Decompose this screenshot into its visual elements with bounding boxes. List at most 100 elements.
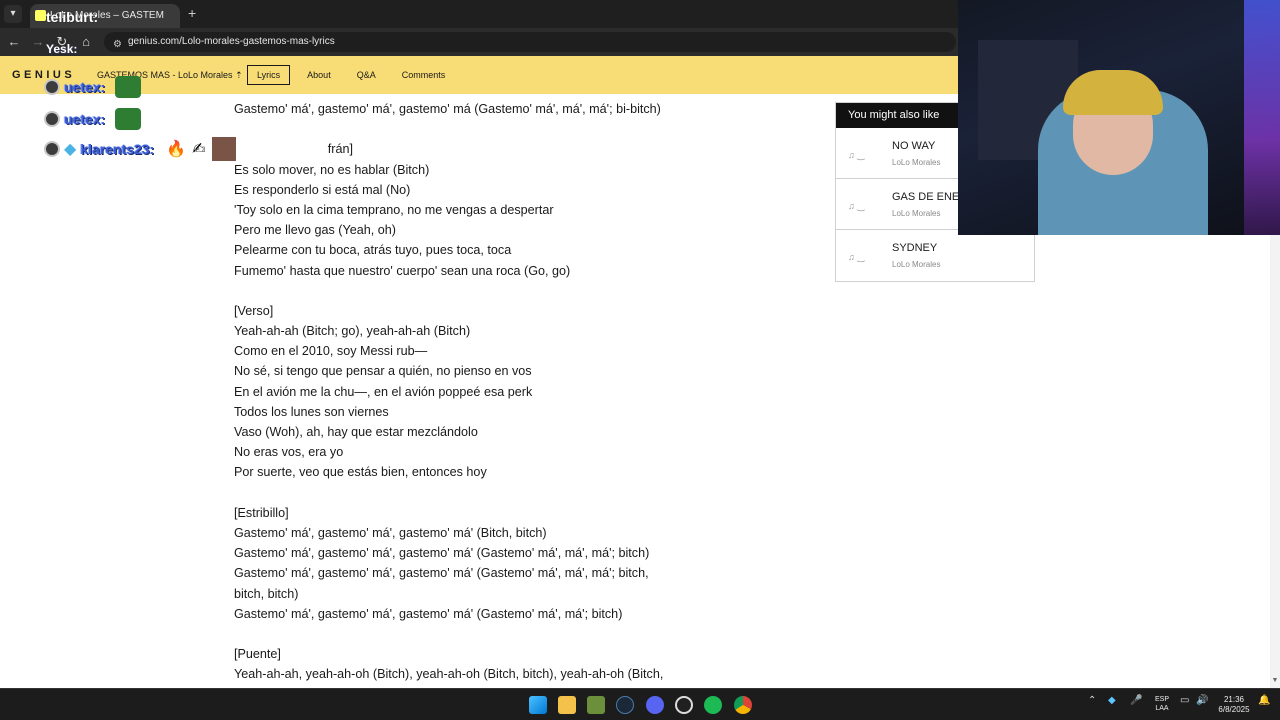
header-tabs: Lyrics About Q&A Comments [247, 65, 458, 85]
windows-taskbar: ⌃ ◆ 🎤 ESP LAA ▭ 🔊 21:36 6/8/2025 🔔 [0, 688, 1280, 720]
lyric-line: Gastemo' má', gastemo' má', gastemo' má … [234, 102, 661, 116]
security-shield-icon[interactable]: ◆ [1108, 695, 1116, 706]
tab-qa[interactable]: Q&A [344, 65, 389, 85]
address-bar[interactable]: ⚙ genius.com/Lolo-morales-gastemos-mas-l… [104, 32, 956, 52]
scroll-down-arrow-icon[interactable]: ▼ [1270, 677, 1280, 687]
lyric-line: bitch, bitch) [234, 586, 299, 601]
input-language-indicator[interactable]: ESP LAA [1152, 695, 1172, 713]
url-text: genius.com/Lolo-morales-gastemos-mas-lyr… [128, 36, 335, 47]
rec-artist: LoLo Morales [892, 260, 941, 269]
lyric-line: Yeah-ah-ah (Bitch; go), yeah-ah-ah (Bitc… [234, 324, 471, 339]
clock-time: 21:36 [1223, 695, 1245, 704]
genius-header: GENIUS GASTEMOS MAS - LoLo Morales ⇡ Lyr… [0, 56, 960, 94]
cube-emote-icon: ◆ [64, 141, 77, 158]
lang-bottom: LAA [1155, 705, 1169, 712]
lyric-line: Gastemo' má', gastemo' má', gastemo' má'… [234, 566, 649, 581]
fire-emote-icon: 🔥 [166, 141, 187, 158]
lyrics-body: Gastemo' má', gastemo' má', gastemo' má … [234, 99, 734, 684]
steam-icon[interactable] [616, 696, 634, 714]
lyric-line: Gastemo' má', gastemo' má', gastemo' má'… [234, 546, 650, 561]
webcam-overlay [958, 0, 1280, 235]
rec-artist: LoLo Morales [892, 158, 941, 167]
recommendation-item[interactable]: ♫ ‿ SYDNEY LoLo Morales [836, 230, 1034, 281]
obs-icon[interactable] [675, 696, 693, 714]
lyric-line: Por suerte, veo que estás bien, entonces… [234, 465, 487, 480]
lyric-line: Vaso (Woh), ah, hay que estar mezclándol… [234, 425, 478, 439]
rec-title: SYDNEY [892, 242, 938, 254]
writing-hand-emote-icon: ✍ [192, 141, 206, 158]
lyric-gap [234, 119, 734, 139]
lyric-line: Como en el 2010, soy Messi rub— [234, 344, 428, 359]
lyric-line: Gastemo' má', gastemo' má', gastemo' má'… [234, 525, 547, 540]
clock-date: 6/8/2025 [1218, 705, 1250, 714]
notification-bell-icon[interactable]: 🔔 [1258, 695, 1270, 706]
frog-emote-icon [115, 76, 142, 98]
browser-nav-bar: ← → ↻ ⌂ ⚙ genius.com/Lolo-morales-gastem… [0, 28, 960, 56]
discord-icon[interactable] [646, 696, 664, 714]
chrome-icon[interactable] [734, 696, 752, 714]
chat-badge-icon [44, 79, 60, 95]
song-thumbnail-icon: ♫ ‿ [848, 201, 865, 211]
page-scrollbar[interactable] [1270, 235, 1280, 688]
lyric-line: Pero me llevo gas (Yeah, oh) [234, 223, 396, 238]
lyric-line: Es responderlo si está mal (No) [234, 182, 411, 197]
lyric-line: Pelearme con tu boca, atrás tuyo, pues t… [234, 243, 512, 258]
song-thumbnail-icon: ♫ ‿ [848, 150, 865, 160]
system-clock[interactable]: 21:36 6/8/2025 [1212, 695, 1256, 715]
lyric-line: No eras vos, era yo [234, 445, 344, 460]
chat-message: uetex: [44, 107, 142, 131]
file-explorer-icon[interactable] [558, 696, 576, 714]
avatar-emote-icon [211, 137, 236, 161]
webcam-hat [1063, 70, 1163, 115]
chat-message: ◆ klarents23: 🔥 ✍ [44, 137, 236, 161]
tray-overflow-icon[interactable]: ⌃ [1088, 695, 1096, 706]
lyric-line: 'Toy solo en la cima temprano, no me ven… [234, 202, 554, 217]
tab-comments[interactable]: Comments [389, 65, 459, 85]
song-thumbnail-icon: ♫ ‿ [848, 252, 865, 262]
tab-lyrics[interactable]: Lyrics [247, 65, 291, 85]
lyric-gap [234, 483, 734, 503]
lyric-line: Todos los lunes son viernes [234, 404, 389, 419]
chat-badge-icon [44, 111, 60, 127]
new-tab-icon[interactable]: + [188, 5, 196, 21]
webcam-neon-light [1244, 0, 1280, 235]
spotify-icon[interactable] [704, 696, 722, 714]
microphone-icon[interactable]: 🎤 [1130, 695, 1142, 706]
lyric-line: En el avión me la chu—, en el avión popp… [234, 384, 533, 399]
lyric-line: Gastemo' má', gastemo' má', gastemo' má'… [234, 606, 623, 621]
chat-name-top: teliburt: [46, 9, 99, 25]
lyric-line: Yeah-ah-ah, yeah-ah-oh (Bitch), yeah-ah-… [234, 667, 664, 682]
lyric-line: Es solo mover, no es hablar (Bitch) [234, 162, 430, 177]
rec-title: NO WAY [892, 140, 936, 152]
chat-badge-icon [44, 141, 60, 157]
lyric-section-header[interactable]: [Verso] [234, 301, 734, 321]
chat-name-second: Yesk: [46, 42, 78, 56]
lyric-section-header[interactable]: [Puente] [234, 644, 734, 664]
site-info-icon[interactable]: ⚙ [113, 35, 122, 55]
forward-arrow-icon[interactable]: → [28, 32, 48, 52]
chat-message: uetex: [44, 75, 142, 99]
windows-start-icon[interactable] [529, 696, 547, 714]
lyric-gap [234, 281, 734, 301]
tab-about[interactable]: About [294, 65, 344, 85]
lyric-line: No sé, si tengo que pensar a quién, no p… [234, 364, 532, 379]
chat-username: klarents23: [80, 141, 155, 157]
chat-username: uetex: [64, 111, 106, 127]
chat-username: uetex: [64, 79, 106, 95]
network-icon[interactable]: ▭ [1180, 695, 1189, 706]
volume-icon[interactable]: 🔊 [1196, 695, 1208, 706]
lang-top: ESP [1154, 696, 1169, 703]
genius-favicon-icon [35, 10, 46, 21]
tab-search-dropdown-icon[interactable]: ▾ [4, 5, 22, 23]
home-icon[interactable]: ⌂ [76, 32, 96, 52]
lyric-line-tail: frán] [327, 142, 353, 157]
lyric-section-header[interactable]: [Estribillo] [234, 503, 734, 523]
song-link-icon: ⇡ [235, 70, 243, 80]
rec-artist: LoLo Morales [892, 209, 941, 218]
back-arrow-icon[interactable]: ← [4, 32, 24, 52]
lyric-section-header[interactable]: [Pre-Estribillo: Frfrán] [234, 139, 734, 159]
lyric-line: Fumemo' hasta que nuestro' cuerpo' sean … [234, 263, 571, 278]
lyric-gap [234, 624, 734, 644]
app-icon[interactable] [587, 696, 605, 714]
frog-emote-icon [115, 108, 142, 130]
